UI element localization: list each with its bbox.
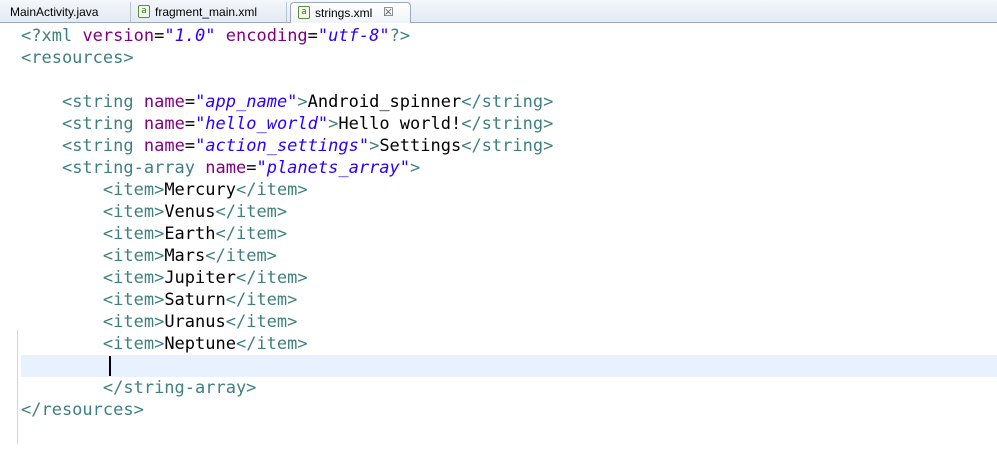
android-xml-icon: a xyxy=(138,5,150,18)
code-line: <?xml version="1.0" encoding="utf-8"?> xyxy=(21,26,411,46)
tab-strings-xml[interactable]: a strings.xml ☒ xyxy=(290,2,411,24)
code-line: </resources> xyxy=(21,400,144,420)
tab-mainactivity-java[interactable]: MainActivity.java xyxy=(0,2,131,23)
code-line: <item>Jupiter</item> xyxy=(102,268,308,288)
code-line: <item>Saturn</item> xyxy=(102,290,298,310)
ruler-marker xyxy=(17,330,18,444)
code-line: <item>Uranus</item> xyxy=(102,312,298,332)
code-line-current xyxy=(21,355,553,377)
android-xml-icon: a xyxy=(298,6,310,19)
tab-fragment-main-xml[interactable]: a fragment_main.xml xyxy=(132,2,287,23)
code-line: <item>Mercury</item> xyxy=(102,180,308,200)
code-line: <string-array name="planets_array"> xyxy=(61,158,421,178)
code-line: <string name="action_settings">Settings<… xyxy=(61,136,554,156)
tab-label: fragment_main.xml xyxy=(155,5,258,19)
code-line: <item>Mars</item> xyxy=(102,246,277,266)
code-line: <item>Neptune</item> xyxy=(102,334,308,354)
code-line: </string-array> xyxy=(102,378,257,398)
code-line: <item>Earth</item> xyxy=(102,224,288,244)
close-tab-icon[interactable]: ☒ xyxy=(383,3,394,22)
left-ruler xyxy=(0,23,20,463)
editor-tab-bar: MainActivity.java a fragment_main.xml a … xyxy=(0,0,997,24)
text-caret xyxy=(109,356,111,376)
xml-editor[interactable]: <?xml version="1.0" encoding="utf-8"?> <… xyxy=(0,23,997,463)
code-area[interactable]: <?xml version="1.0" encoding="utf-8"?> <… xyxy=(21,25,553,421)
code-line: <resources> xyxy=(21,48,134,68)
tab-label: strings.xml xyxy=(315,6,373,20)
tab-label: MainActivity.java xyxy=(10,5,99,19)
code-line: <string name="app_name">Android_spinner<… xyxy=(61,92,554,112)
code-line: <string name="hello_world">Hello world!<… xyxy=(61,114,554,134)
code-line: <item>Venus</item> xyxy=(102,202,288,222)
